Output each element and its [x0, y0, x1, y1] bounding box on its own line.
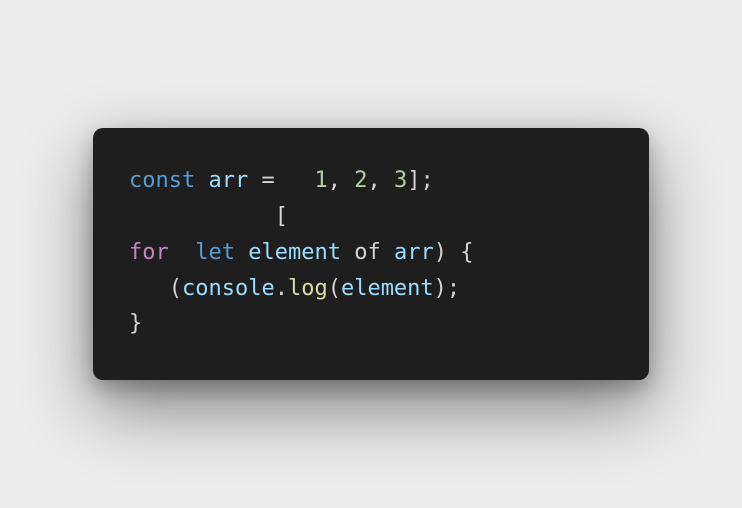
code-snippet-window: const arr = 1, 2, 3]; [ for let element …	[93, 128, 649, 380]
code-token: 1	[314, 168, 328, 193]
code-token: ) {	[433, 240, 474, 265]
code-line-4: (console.log(element);	[129, 276, 460, 302]
code-token: for	[129, 240, 169, 265]
code-token: ,	[327, 168, 355, 193]
code-token: arr	[208, 168, 249, 193]
code-token: const	[129, 168, 196, 193]
code-token: [	[129, 204, 288, 229]
code-line-5: }	[129, 311, 142, 337]
code-token: element	[248, 240, 341, 265]
code-token: 2	[354, 168, 368, 193]
code-token: console	[181, 276, 275, 301]
code-token: 3	[393, 168, 408, 193]
code-token: );	[433, 276, 461, 301]
code-token: arr	[393, 240, 434, 265]
code-token: element	[340, 276, 434, 301]
code-line-2: [	[129, 204, 288, 230]
code-token: (	[327, 276, 341, 301]
code-line-3: for let element of arr) {	[129, 240, 473, 266]
code-token: log	[287, 276, 328, 301]
code-token: ];	[407, 168, 434, 193]
code-token: ,	[367, 168, 394, 193]
code-token: }	[129, 311, 143, 336]
code-line-1: const arr = 1, 2, 3];	[129, 168, 434, 194]
code-token: =	[248, 168, 288, 193]
code-token: .	[274, 276, 288, 301]
code-token: of	[340, 240, 394, 265]
code-token: let	[195, 240, 235, 265]
code-token: (	[129, 276, 182, 301]
